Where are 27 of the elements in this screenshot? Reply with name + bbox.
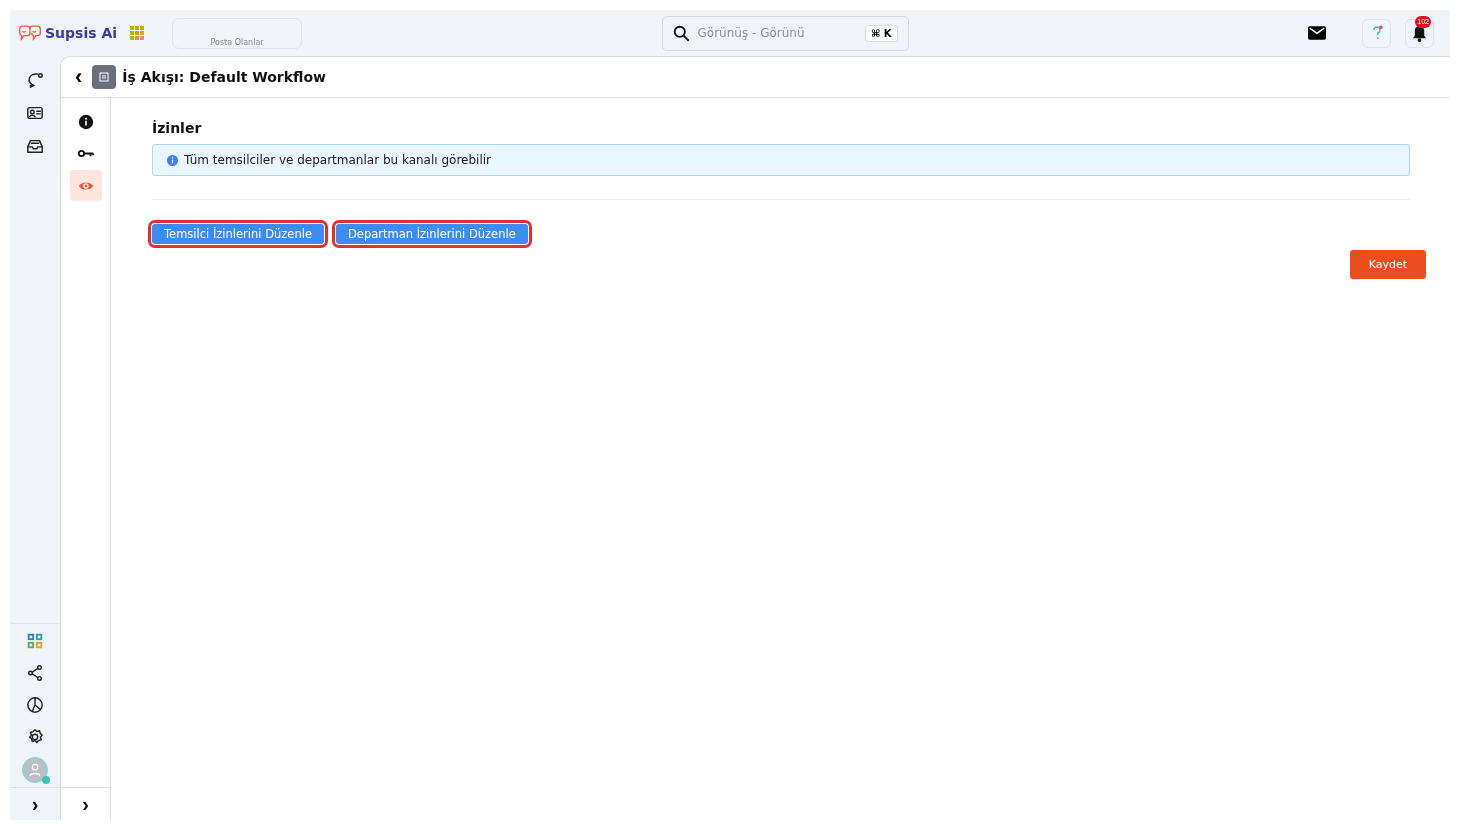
inbox-tray-icon: [26, 137, 44, 155]
eye-icon: [77, 179, 94, 192]
brand-name: Supsis Ai: [45, 25, 118, 41]
chat-bubbles-logo-icon: [18, 25, 42, 41]
expand-button[interactable]: ›: [78, 794, 93, 814]
expand-button[interactable]: ›: [27, 794, 43, 814]
search-icon: [672, 24, 690, 42]
tab[interactable]: Posta Olanlar: [172, 17, 303, 49]
workflow-icon: [92, 65, 117, 89]
page-title: İş Akışı: Default Workflow: [122, 69, 326, 85]
info-icon: [167, 154, 178, 166]
section-title: İzinler: [152, 120, 203, 136]
shortcut-key: ⌘ K: [865, 24, 898, 42]
settings-icon: [26, 728, 44, 746]
info-icon: [77, 113, 94, 130]
tab-label: Posta Olanlar: [210, 37, 264, 48]
save-button[interactable]: Kaydet: [1350, 250, 1426, 279]
apps-grid-icon: [26, 632, 44, 650]
search-field[interactable]: Görünüş - Görünü ⌘ K: [661, 15, 909, 51]
search-input[interactable]: Görünüş - Görünü: [695, 25, 859, 41]
key-icon: [76, 148, 95, 159]
mail-icon[interactable]: [1308, 26, 1326, 40]
back-button[interactable]: ‹: [71, 67, 87, 87]
notice-text: Tüm temsilciler ve departmanlar bu kanalı görebilir: [184, 153, 491, 167]
question-mark-icon: [1370, 24, 1383, 42]
share-icon: [26, 664, 44, 682]
contact-card-icon: [26, 104, 44, 122]
